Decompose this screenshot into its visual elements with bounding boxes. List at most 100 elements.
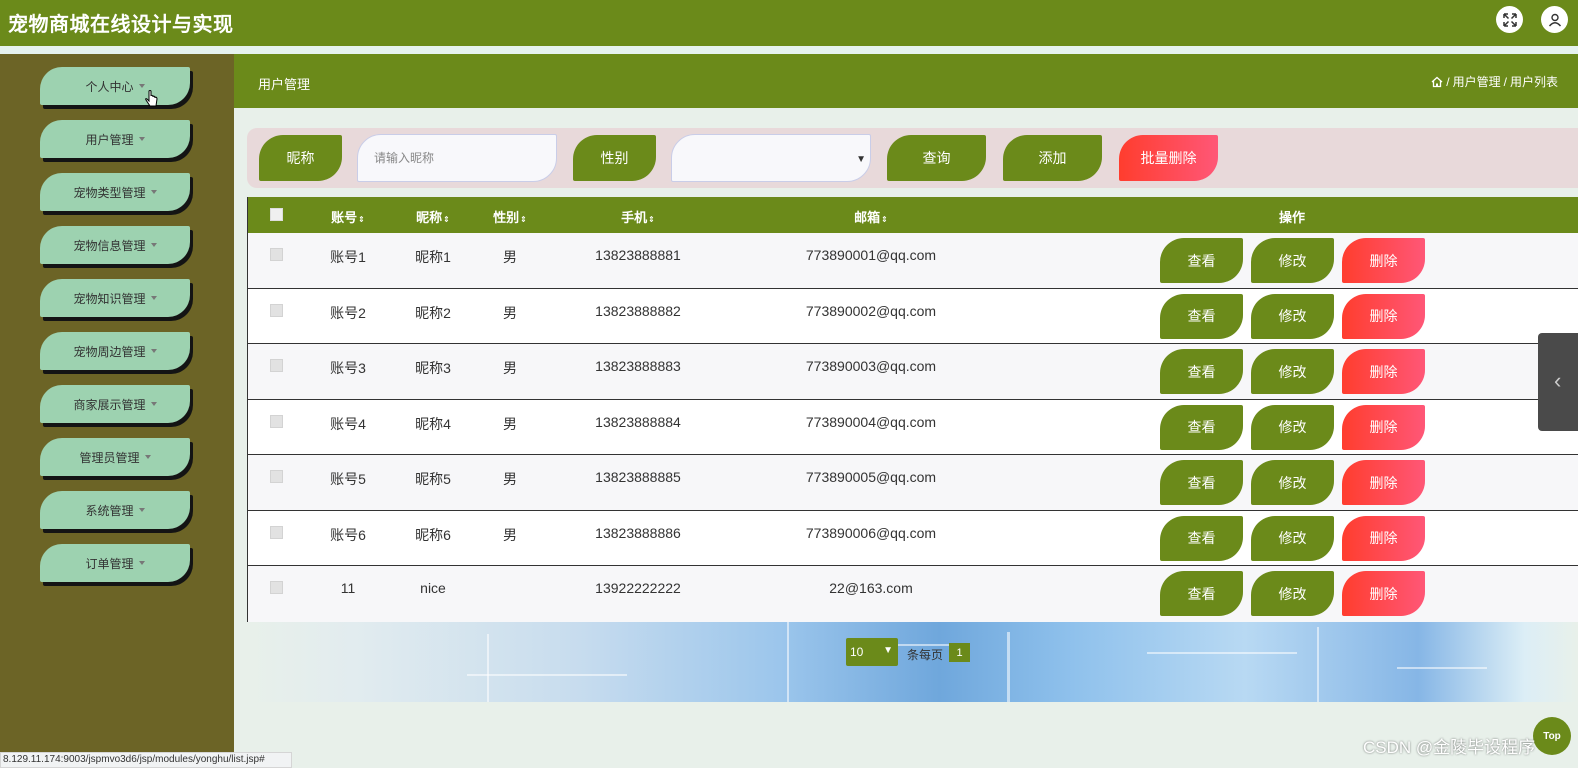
sidebar-item-pet-accessories-management[interactable]: 宠物周边管理 xyxy=(40,332,190,370)
delete-button[interactable]: 删除 xyxy=(1342,238,1425,283)
edit-button[interactable]: 修改 xyxy=(1251,293,1334,339)
cell-email: 773890006@qq.com xyxy=(805,524,937,541)
column-header-email[interactable]: 邮箱⇕ xyxy=(854,207,888,226)
edit-button[interactable]: 修改 xyxy=(1251,515,1334,561)
cell-phone: 13823888885 xyxy=(595,469,681,485)
delete-button[interactable]: 删除 xyxy=(1342,571,1425,616)
edit-button[interactable]: 修改 xyxy=(1251,571,1334,616)
sidebar-item-admin-management[interactable]: 管理员管理 xyxy=(40,438,190,476)
page-number-button[interactable]: 1 xyxy=(949,643,970,662)
pointer-cursor-icon xyxy=(145,90,159,113)
table-row: 账号4 昵称4 男 13823888884 773890004@qq.com 查… xyxy=(248,399,1578,455)
caret-down-icon xyxy=(150,190,157,194)
caret-down-icon xyxy=(144,455,151,459)
row-checkbox[interactable] xyxy=(270,525,283,539)
user-table: 账号⇕ 昵称⇕ 性别⇕ 手机⇕ 邮箱⇕ 操作 账号1 昵称1 男 1382388… xyxy=(247,197,1578,622)
delete-button[interactable]: 删除 xyxy=(1342,349,1425,394)
delete-button[interactable]: 删除 xyxy=(1342,460,1425,505)
cell-account: 账号5 xyxy=(330,471,366,487)
row-checkbox[interactable] xyxy=(270,248,283,261)
cell-phone: 13823888884 xyxy=(595,413,681,430)
view-button[interactable]: 查看 xyxy=(1160,349,1243,394)
delete-button[interactable]: 删除 xyxy=(1342,293,1425,339)
row-checkbox[interactable] xyxy=(270,470,283,483)
cell-email: 773890001@qq.com xyxy=(805,247,937,263)
query-button[interactable]: 查询 xyxy=(887,135,986,181)
fullscreen-icon[interactable] xyxy=(1496,6,1523,33)
sidebar-item-label: 管理员管理 xyxy=(79,450,140,465)
breadcrumb: / 用户管理 / 用户列表 xyxy=(1431,73,1558,90)
gender-select[interactable]: ▼ xyxy=(671,134,871,182)
sidebar-item-order-management[interactable]: 订单管理 xyxy=(40,544,190,582)
table-row: 11 nice 13922222222 22@163.com 查看 修改 删除 xyxy=(248,566,1578,622)
delete-button[interactable]: 删除 xyxy=(1342,404,1425,450)
topbar-divider xyxy=(0,46,1578,54)
table-row: 账号3 昵称3 男 13823888883 773890003@qq.com 查… xyxy=(248,344,1578,400)
view-button[interactable]: 查看 xyxy=(1160,293,1243,339)
cell-email: 773890005@qq.com xyxy=(805,469,937,485)
column-header-actions: 操作 xyxy=(1278,210,1306,225)
sidebar-item-label: 宠物信息管理 xyxy=(73,238,146,253)
gender-label: 性别 xyxy=(573,135,656,181)
page-size-label: 条每页 xyxy=(907,648,944,662)
caret-down-icon xyxy=(150,349,157,353)
view-button[interactable]: 查看 xyxy=(1160,238,1243,283)
cell-account: 账号2 xyxy=(330,304,366,321)
sort-icon: ⇕ xyxy=(881,215,888,224)
edit-button[interactable]: 修改 xyxy=(1251,460,1334,505)
cell-email: 773890002@qq.com xyxy=(805,302,937,319)
column-header-phone[interactable]: 手机⇕ xyxy=(621,207,655,226)
breadcrumb-item-user-list: 用户列表 xyxy=(1509,75,1558,89)
cell-gender: 男 xyxy=(503,304,517,321)
nickname-input[interactable] xyxy=(358,135,556,181)
batch-delete-button[interactable]: 批量删除 xyxy=(1119,135,1218,181)
sidebar-item-merchant-display-management[interactable]: 商家展示管理 xyxy=(40,385,190,423)
column-header-nickname[interactable]: 昵称⇕ xyxy=(416,207,450,226)
cell-nickname: 昵称1 xyxy=(415,249,451,265)
side-panel-toggle[interactable]: ‹ xyxy=(1538,333,1578,431)
back-to-top-button[interactable]: Top xyxy=(1533,717,1571,755)
sidebar-item-personal-center[interactable]: 个人中心 xyxy=(40,67,190,105)
sidebar-item-label: 系统管理 xyxy=(85,503,134,518)
view-button[interactable]: 查看 xyxy=(1160,460,1243,505)
column-header-gender[interactable]: 性别⇕ xyxy=(493,207,527,226)
add-button[interactable]: 添加 xyxy=(1003,135,1102,181)
cell-email: 773890003@qq.com xyxy=(805,358,937,374)
cell-account: 账号6 xyxy=(330,526,366,543)
cell-nickname: 昵称4 xyxy=(415,415,451,432)
user-icon[interactable] xyxy=(1541,6,1568,33)
row-checkbox[interactable] xyxy=(270,359,283,372)
sidebar-item-pet-type-management[interactable]: 宠物类型管理 xyxy=(40,173,190,211)
home-icon[interactable] xyxy=(1431,76,1443,88)
cell-phone: 13823888883 xyxy=(595,358,681,374)
sidebar-item-user-management[interactable]: 用户管理 xyxy=(40,120,190,158)
row-checkbox[interactable] xyxy=(270,581,283,594)
caret-down-icon xyxy=(150,402,157,406)
nickname-label: 昵称 xyxy=(259,135,342,181)
row-checkbox[interactable] xyxy=(270,303,283,317)
caret-down-icon xyxy=(138,561,145,565)
cell-phone: 13823888886 xyxy=(595,524,681,541)
view-button[interactable]: 查看 xyxy=(1160,404,1243,450)
cell-gender: 男 xyxy=(503,471,517,487)
nickname-field[interactable] xyxy=(357,134,557,182)
edit-button[interactable]: 修改 xyxy=(1251,404,1334,450)
delete-button[interactable]: 删除 xyxy=(1342,515,1425,561)
table-row: 账号2 昵称2 男 13823888882 773890002@qq.com 查… xyxy=(248,288,1578,344)
view-button[interactable]: 查看 xyxy=(1160,571,1243,616)
select-all-checkbox[interactable] xyxy=(270,208,283,221)
sidebar-item-label: 个人中心 xyxy=(85,79,134,94)
sidebar-item-pet-info-management[interactable]: 宠物信息管理 xyxy=(40,226,190,264)
column-header-account[interactable]: 账号⇕ xyxy=(331,207,365,226)
sidebar-item-system-management[interactable]: 系统管理 xyxy=(40,491,190,529)
chevron-down-icon: ▼ xyxy=(856,154,866,165)
sidebar-item-pet-knowledge-management[interactable]: 宠物知识管理 xyxy=(40,279,190,317)
edit-button[interactable]: 修改 xyxy=(1251,349,1334,394)
cell-nickname: 昵称2 xyxy=(415,304,451,321)
view-button[interactable]: 查看 xyxy=(1160,515,1243,561)
breadcrumb-item-user-management[interactable]: 用户管理 xyxy=(1453,73,1501,90)
page-size-select[interactable]: 10 ▼ xyxy=(846,638,898,666)
sidebar-item-label: 宠物类型管理 xyxy=(73,185,146,200)
edit-button[interactable]: 修改 xyxy=(1251,238,1334,283)
row-checkbox[interactable] xyxy=(270,414,283,428)
